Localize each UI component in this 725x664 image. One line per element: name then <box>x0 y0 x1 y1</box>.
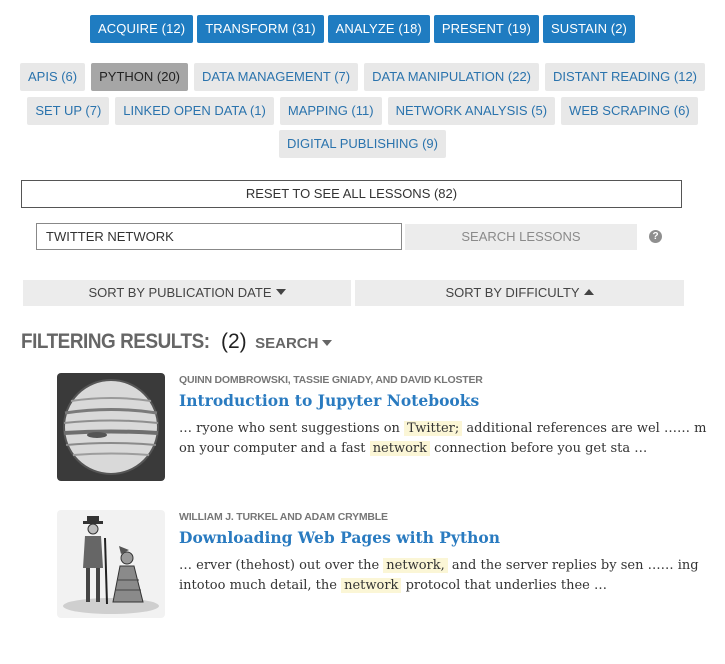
topic-linked-open-data-tag[interactable]: LINKED OPEN DATA (1) <box>115 97 274 125</box>
snippet-highlight: network <box>341 578 402 593</box>
phase-filter-bar: ACQUIRE (12) TRANSFORM (31) ANALYZE (18)… <box>0 15 725 43</box>
lesson-thumbnail-planet[interactable] <box>57 373 165 481</box>
result-authors: QUINN DOMBROWSKI, TASSIE GNIADY, AND DAV… <box>179 374 483 386</box>
topic-distant-reading-tag[interactable]: DISTANT READING (12) <box>545 63 705 91</box>
search-mode-toggle[interactable]: SEARCH <box>255 335 333 352</box>
topic-python-tag[interactable]: PYTHON (20) <box>91 63 189 91</box>
snippet-text: intotoo much detail, the <box>179 578 337 593</box>
topic-filter-row-2: SET UP (7) LINKED OPEN DATA (1) MAPPING … <box>0 97 725 125</box>
topic-mapping-tag[interactable]: MAPPING (11) <box>279 97 382 125</box>
caret-up-icon <box>583 289 594 296</box>
topic-filter-row-1: APIS (6) PYTHON (20) DATA MANAGEMENT (7)… <box>0 63 725 91</box>
topic-apis-tag[interactable]: APIS (6) <box>19 63 86 91</box>
caret-down-icon <box>275 289 286 296</box>
sort-by-date-label: SORT BY PUBLICATION DATE <box>88 285 272 300</box>
help-icon[interactable]: ? <box>649 230 662 243</box>
snippet-highlight: network <box>369 441 431 456</box>
phase-transform-button[interactable]: TRANSFORM (31) <box>197 15 324 43</box>
snippet-text: connection before you get sta … <box>434 441 648 456</box>
filtering-results-heading: FILTERING RESULTS: (2) SEARCH <box>21 330 333 354</box>
phase-present-button[interactable]: PRESENT (19) <box>433 15 539 43</box>
result-snippet: … ryone who sent suggestions on Twitter;… <box>179 419 706 459</box>
result-title-link[interactable]: Introduction to Jupyter Notebooks <box>179 391 479 410</box>
snippet-text: … ryone who sent suggestions on <box>179 421 400 436</box>
snippet-text: protocol that underlies thee … <box>405 578 607 593</box>
result-authors: WILLIAM J. TURKEL AND ADAM CRYMBLE <box>179 511 388 523</box>
lesson-thumbnail-figures[interactable] <box>57 510 165 618</box>
topic-data-manipulation-tag[interactable]: DATA MANIPULATION (22) <box>364 63 540 91</box>
result-snippet: … erver (thehost) out over the network, … <box>179 556 699 596</box>
result-title-link[interactable]: Downloading Web Pages with Python <box>179 528 500 547</box>
sort-by-difficulty-button[interactable]: SORT BY DIFFICULTY <box>355 280 684 306</box>
snippet-highlight: network, <box>383 558 448 573</box>
results-count: (2) <box>221 330 247 353</box>
topic-digital-publishing-tag[interactable]: DIGITAL PUBLISHING (9) <box>279 130 446 158</box>
topic-data-management-tag[interactable]: DATA MANAGEMENT (7) <box>194 63 359 91</box>
planet-engraving-image <box>57 373 165 481</box>
caret-down-icon <box>322 339 333 346</box>
figures-engraving-image <box>57 510 165 618</box>
phase-sustain-button[interactable]: SUSTAIN (2) <box>542 15 635 43</box>
snippet-highlight: Twitter; <box>404 421 463 436</box>
sort-by-date-button[interactable]: SORT BY PUBLICATION DATE <box>23 280 351 306</box>
reset-filters-button[interactable]: RESET TO SEE ALL LESSONS (82) <box>21 180 682 208</box>
phase-acquire-button[interactable]: ACQUIRE (12) <box>90 15 194 43</box>
search-mode-label: SEARCH <box>255 335 319 352</box>
snippet-text: and the server replies by sen …… ing <box>451 558 699 573</box>
search-input[interactable] <box>36 223 402 250</box>
topic-network-analysis-tag[interactable]: NETWORK ANALYSIS (5) <box>387 97 556 125</box>
phase-analyze-button[interactable]: ANALYZE (18) <box>327 15 430 43</box>
topic-web-scraping-tag[interactable]: WEB SCRAPING (6) <box>561 97 698 125</box>
topic-set-up-tag[interactable]: SET UP (7) <box>27 97 110 125</box>
result-item: QUINN DOMBROWSKI, TASSIE GNIADY, AND DAV… <box>57 373 706 483</box>
filtering-results-label: FILTERING RESULTS: <box>21 330 210 353</box>
result-item: WILLIAM J. TURKEL AND ADAM CRYMBLE Downl… <box>57 510 699 620</box>
search-lessons-button[interactable]: SEARCH LESSONS <box>405 224 637 250</box>
snippet-text: additional references are wel …… m <box>466 421 707 436</box>
snippet-text: on your computer and a fast <box>179 441 366 456</box>
topic-filter-row-3: DIGITAL PUBLISHING (9) <box>0 130 725 158</box>
sort-by-difficulty-label: SORT BY DIFFICULTY <box>445 285 580 300</box>
snippet-text: … erver (thehost) out over the <box>179 558 380 573</box>
